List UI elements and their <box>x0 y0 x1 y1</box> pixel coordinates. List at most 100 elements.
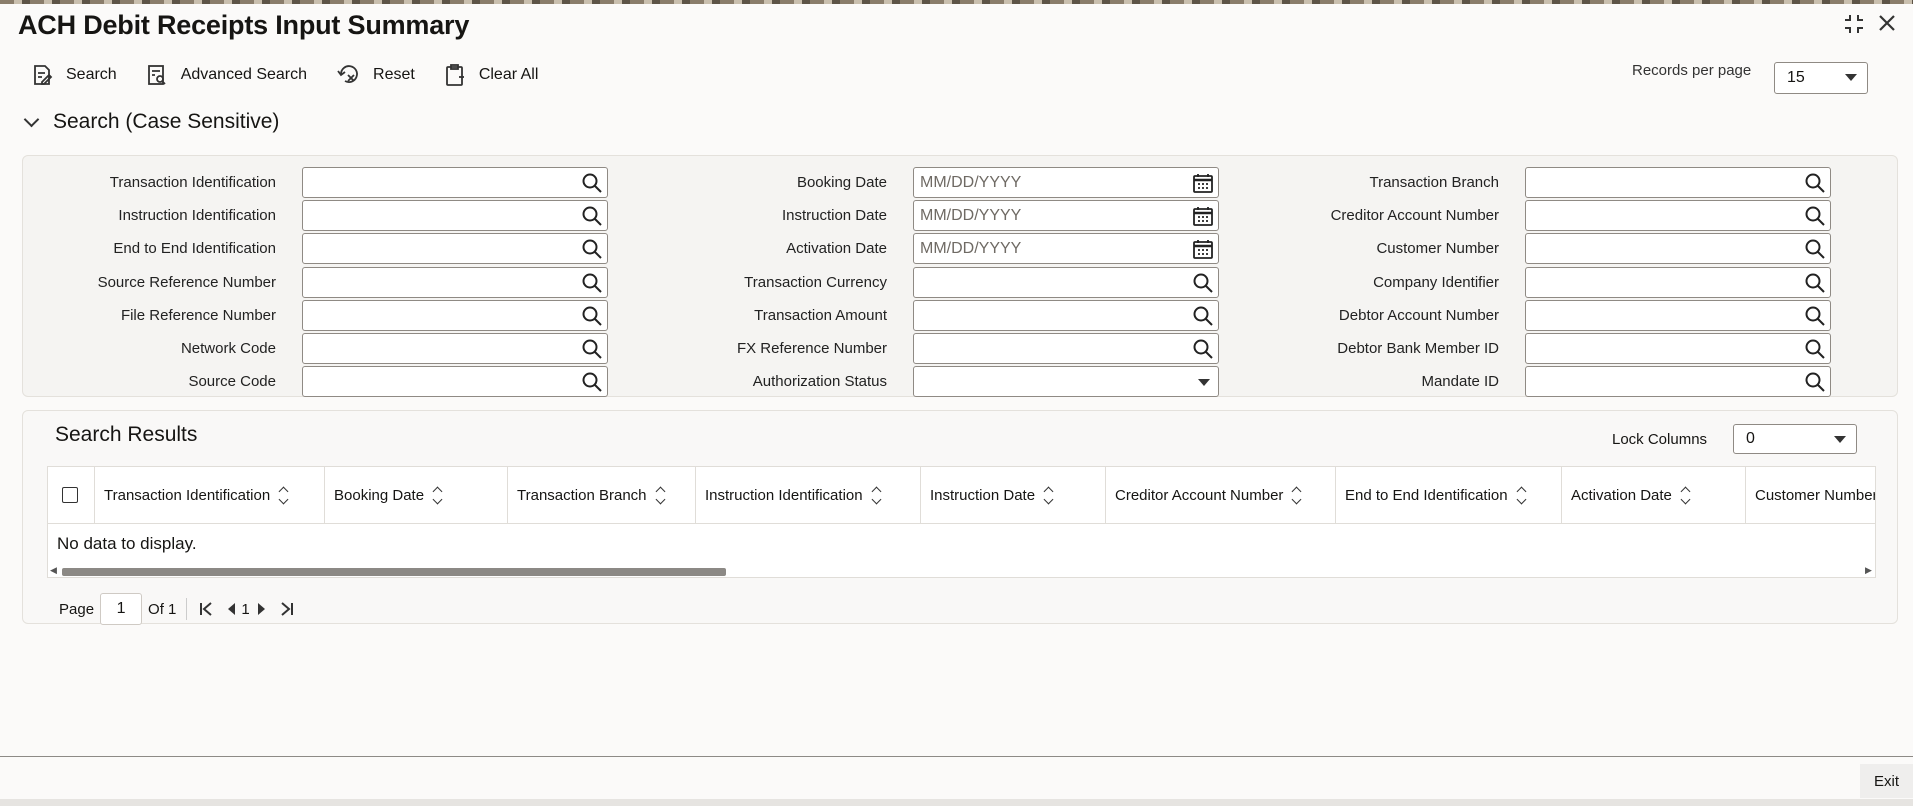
column-header-transaction-identification[interactable]: Transaction Identification <box>95 467 325 523</box>
search-icon[interactable] <box>581 205 603 232</box>
search-icon[interactable] <box>581 305 603 332</box>
search-icon[interactable] <box>1804 205 1826 232</box>
chevron-down-icon <box>23 111 40 127</box>
calendar-icon[interactable] <box>1192 238 1214 265</box>
search-button[interactable]: Search <box>30 63 117 87</box>
company-identifier-field[interactable] <box>1525 266 1831 299</box>
sort-icon[interactable] <box>278 486 289 504</box>
column-header-instruction-identification[interactable]: Instruction Identification <box>696 467 921 523</box>
debtor-account-number-field[interactable] <box>1525 299 1831 332</box>
search-icon[interactable] <box>581 371 603 398</box>
horizontal-scrollbar[interactable]: ◀ ▶ <box>48 565 1875 577</box>
table-header: Transaction Identification Booking Date Tr… <box>48 467 1876 524</box>
next-page-icon[interactable] <box>256 602 268 616</box>
lock-columns-label: Lock Columns <box>1612 431 1708 448</box>
search-icon[interactable] <box>1192 338 1214 365</box>
lock-columns-value: 0 <box>1746 430 1755 447</box>
search-icon[interactable] <box>581 238 603 265</box>
customer-number-field[interactable] <box>1525 233 1831 265</box>
transaction-branch-label: Transaction Branch <box>1369 174 1499 191</box>
select-all-checkbox[interactable] <box>62 487 78 503</box>
column-header-booking-date[interactable]: Booking Date <box>325 467 508 523</box>
transaction-branch-field[interactable] <box>1525 167 1831 198</box>
search-icon[interactable] <box>1192 272 1214 299</box>
search-icon[interactable] <box>581 338 603 365</box>
instruction-date-date-field[interactable]: MM/DD/YYYY <box>913 200 1219 232</box>
transaction-amount-field[interactable] <box>913 299 1219 332</box>
scroll-right-icon[interactable]: ▶ <box>1865 565 1872 576</box>
header-decoration <box>0 0 1913 4</box>
column-header-instruction-date[interactable]: Instruction Date <box>921 467 1106 523</box>
search-icon[interactable] <box>1804 371 1826 398</box>
prev-page-icon[interactable] <box>225 602 237 616</box>
column-header-activation-date[interactable]: Activation Date <box>1562 467 1746 523</box>
maximize-icon[interactable] <box>1842 12 1866 42</box>
page-number-input[interactable]: 1 <box>100 593 143 625</box>
search-icon[interactable] <box>1192 305 1214 332</box>
instruction-identification-field[interactable] <box>302 200 608 232</box>
column-header-label: Booking Date <box>334 486 425 504</box>
calendar-icon[interactable] <box>1192 205 1214 232</box>
sort-icon[interactable] <box>1516 486 1527 504</box>
lock-columns-select[interactable]: 0 <box>1733 424 1857 454</box>
advanced-search-button[interactable]: Advanced Search <box>145 63 307 87</box>
calendar-icon[interactable] <box>1192 172 1214 199</box>
search-section-toggle[interactable]: Search (Case Sensitive) <box>22 110 279 134</box>
authorization-status-label: Authorization Status <box>752 373 887 391</box>
column-header-customer-number[interactable]: Customer Number <box>1746 467 1876 523</box>
mandate-id-field[interactable] <box>1525 366 1831 398</box>
end-to-end-identification-field[interactable] <box>302 233 608 265</box>
column-header-label: Customer Number <box>1755 486 1876 504</box>
creditor-account-number-label: Creditor Account Number <box>1330 207 1499 225</box>
column-header-label: Transaction Branch <box>517 486 647 504</box>
search-icon[interactable] <box>1804 305 1826 332</box>
search-icon[interactable] <box>1804 172 1826 199</box>
bottom-strip <box>0 799 1913 806</box>
creditor-account-number-field[interactable] <box>1525 200 1831 232</box>
search-button-label: Search <box>66 66 117 83</box>
transaction-currency-field[interactable] <box>913 266 1219 299</box>
search-icon[interactable] <box>1804 272 1826 299</box>
footer-divider <box>0 756 1913 757</box>
sort-icon[interactable] <box>432 486 443 504</box>
search-icon[interactable] <box>1804 238 1826 265</box>
records-per-page-label: Records per page <box>1632 62 1752 79</box>
search-section-title: Search (Case Sensitive) <box>53 110 280 133</box>
date-placeholder: MM/DD/YYYY <box>920 174 1022 191</box>
end-to-end-identification-label: End to End Identification <box>113 240 276 258</box>
clear-all-button[interactable]: Clear All <box>443 63 538 87</box>
debtor-bank-member-id-field[interactable] <box>1525 333 1831 364</box>
scroll-left-icon[interactable]: ◀ <box>50 565 57 576</box>
file-reference-number-field[interactable] <box>302 299 608 332</box>
source-reference-number-field[interactable] <box>302 266 608 299</box>
search-icon[interactable] <box>1804 338 1826 365</box>
column-header-transaction-branch[interactable]: Transaction Branch <box>508 467 696 523</box>
records-per-page-select[interactable]: 15 <box>1774 62 1868 94</box>
exit-button[interactable]: Exit <box>1860 764 1913 798</box>
last-page-icon[interactable] <box>278 600 296 618</box>
reset-button[interactable]: Reset <box>335 62 415 88</box>
transaction-identification-field[interactable] <box>302 167 608 198</box>
sort-icon[interactable] <box>655 486 665 504</box>
search-icon[interactable] <box>581 172 603 199</box>
sort-icon[interactable] <box>871 486 882 504</box>
column-header-label: End to End Identification <box>1345 486 1508 504</box>
close-icon[interactable] <box>1876 12 1898 40</box>
network-code-field[interactable] <box>302 333 608 364</box>
column-header-creditor-account-number[interactable]: Creditor Account Number <box>1106 467 1336 523</box>
sort-icon[interactable] <box>1680 486 1691 504</box>
sort-icon[interactable] <box>1291 486 1302 504</box>
transaction-identification-label: Transaction Identification <box>109 174 276 191</box>
authorization-status-select[interactable] <box>913 366 1219 398</box>
sort-icon[interactable] <box>1043 486 1054 504</box>
column-header-label: Transaction Identification <box>104 486 271 504</box>
search-icon[interactable] <box>581 272 603 299</box>
booking-date-date-field[interactable]: MM/DD/YYYY <box>913 167 1219 198</box>
first-page-icon[interactable] <box>197 600 215 618</box>
fx-reference-number-field[interactable] <box>913 333 1219 364</box>
activation-date-date-field[interactable]: MM/DD/YYYY <box>913 233 1219 265</box>
reset-icon <box>337 65 358 83</box>
scrollbar-thumb[interactable] <box>62 568 726 576</box>
column-header-end-to-end-identification[interactable]: End to End Identification <box>1336 467 1562 523</box>
source-code-field[interactable] <box>302 366 608 398</box>
